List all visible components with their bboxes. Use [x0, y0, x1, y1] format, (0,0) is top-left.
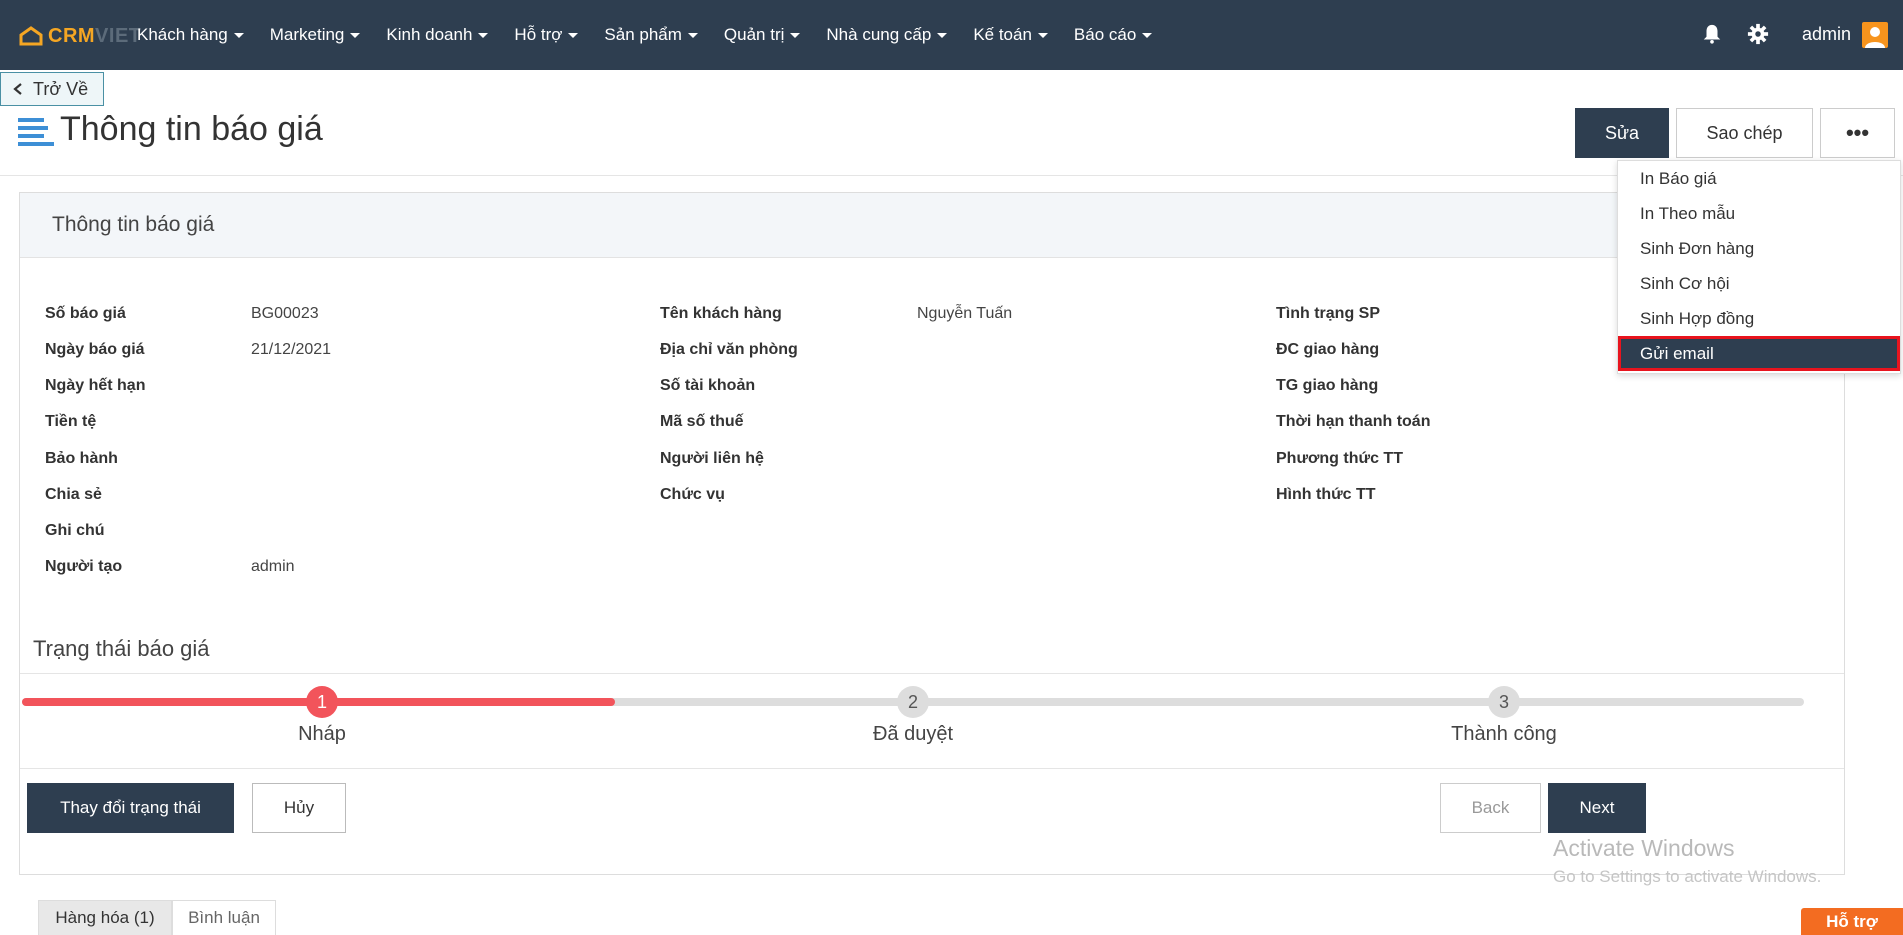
- step-1-circle[interactable]: 1: [306, 686, 338, 718]
- field-value: 21/12/2021: [251, 341, 332, 358]
- change-status-button[interactable]: Thay đổi trạng thái: [27, 783, 234, 833]
- step-2-circle[interactable]: 2: [897, 686, 929, 718]
- more-actions-dropdown: In Báo giá In Theo mẫu Sinh Đơn hàng Sin…: [1617, 160, 1901, 374]
- dropdown-item-in-theo-mau[interactable]: In Theo mẫu: [1618, 196, 1900, 231]
- caret-down-icon: [233, 32, 244, 38]
- step-3-circle[interactable]: 3: [1488, 686, 1520, 718]
- caret-down-icon: [937, 32, 948, 38]
- status-title: Trạng thái báo giá: [33, 636, 210, 661]
- copy-button[interactable]: Sao chép: [1676, 108, 1813, 158]
- dropdown-item-in-bao-gia[interactable]: In Báo giá: [1618, 161, 1900, 196]
- page-title: Thông tin báo giá: [60, 110, 323, 148]
- field-label: Ghi chú: [45, 522, 105, 539]
- logo-viet-text: VIET: [95, 24, 142, 47]
- caret-down-icon: [478, 32, 489, 38]
- caret-down-icon: [1142, 32, 1153, 38]
- card-header: Thông tin báo giá: [20, 193, 1844, 258]
- dropdown-item-gui-email[interactable]: Gửi email: [1618, 336, 1900, 371]
- field-label: Chia sẻ: [45, 486, 102, 503]
- user-name[interactable]: admin: [1802, 24, 1851, 45]
- caret-down-icon: [790, 32, 801, 38]
- field-label: Số tài khoản: [660, 377, 756, 394]
- field-label: Người tạo: [45, 558, 123, 575]
- menu-kinh-doanh[interactable]: Kinh doanh: [386, 25, 489, 45]
- caret-down-icon: [350, 32, 361, 38]
- field-label: Người liên hệ: [660, 450, 764, 467]
- field-label: Phương thức TT: [1276, 450, 1403, 467]
- step-3-label: Thành công: [1451, 723, 1557, 745]
- field-label: TG giao hàng: [1276, 377, 1379, 394]
- back-step-button[interactable]: Back: [1440, 783, 1541, 833]
- step-1-label: Nháp: [298, 723, 346, 745]
- logo-crm-text: CRM: [48, 24, 96, 47]
- more-actions-button[interactable]: •••: [1820, 108, 1895, 158]
- dropdown-item-sinh-co-hoi[interactable]: Sinh Cơ hội: [1618, 266, 1900, 301]
- quote-info-card: Thông tin báo giá Số báo giá BG00023 Ngà…: [19, 192, 1845, 875]
- field-label: Địa chỉ văn phòng: [660, 341, 798, 358]
- caret-down-icon: [568, 32, 579, 38]
- field-label: Hình thức TT: [1276, 486, 1376, 503]
- field-label: Bảo hành: [45, 450, 118, 467]
- field-label: ĐC giao hàng: [1276, 341, 1380, 358]
- avatar[interactable]: [1862, 22, 1888, 48]
- divider: [20, 768, 1844, 769]
- field-label: Mã số thuế: [660, 413, 744, 430]
- menu-bao-cao[interactable]: Báo cáo: [1074, 25, 1153, 45]
- menu-ke-toan[interactable]: Kế toán: [973, 25, 1048, 45]
- dropdown-item-sinh-don-hang[interactable]: Sinh Đơn hàng: [1618, 231, 1900, 266]
- cancel-button[interactable]: Hủy: [252, 783, 346, 833]
- activation-watermark-text: Go to Settings to activate Windows.: [1553, 867, 1822, 886]
- caret-down-icon: [1037, 32, 1048, 38]
- logo-icon: [19, 26, 43, 46]
- edit-button[interactable]: Sửa: [1575, 108, 1669, 158]
- step-2-label: Đã duyệt: [872, 723, 954, 745]
- back-button[interactable]: Trở Về: [0, 72, 104, 106]
- back-label: Trở Về: [33, 78, 89, 99]
- field-label: Chức vụ: [660, 486, 725, 503]
- field-label: Tiền tệ: [45, 413, 97, 430]
- menu-marketing[interactable]: Marketing: [270, 25, 361, 45]
- caret-down-icon: [687, 32, 698, 38]
- field-value: Nguyễn Tuấn: [917, 305, 1013, 322]
- menu-nha-cung-cap[interactable]: Nhà cung cấp: [826, 25, 948, 45]
- bell-icon[interactable]: [1701, 23, 1723, 45]
- field-label: Ngày báo giá: [45, 341, 145, 358]
- top-navbar: CRM VIET Khách hàng Marketing Kinh doanh …: [0, 0, 1903, 70]
- divider: [20, 673, 1844, 674]
- field-label: Số báo giá: [45, 305, 126, 322]
- menu-quan-tri[interactable]: Quản trị: [724, 25, 801, 45]
- user-avatar-icon: [1865, 27, 1885, 48]
- field-label: Tên khách hàng: [660, 305, 782, 322]
- main-menu: Khách hàng Marketing Kinh doanh Hỗ trợ S…: [137, 0, 1178, 70]
- list-icon: [18, 118, 54, 146]
- field-label: Thời hạn thanh toán: [1276, 413, 1431, 430]
- tab-binh-luan[interactable]: Bình luận: [172, 900, 276, 935]
- field-label: Tình trạng SP: [1276, 305, 1380, 322]
- field-value: admin: [251, 558, 295, 575]
- menu-ho-tro[interactable]: Hỗ trợ: [514, 25, 579, 45]
- chevron-left-icon: [13, 83, 22, 95]
- field-value: BG00023: [251, 305, 319, 322]
- menu-khach-hang[interactable]: Khách hàng: [137, 25, 244, 45]
- support-button[interactable]: Hỗ trợ: [1801, 908, 1903, 935]
- dropdown-item-sinh-hop-dong[interactable]: Sinh Hợp đồng: [1618, 301, 1900, 336]
- field-label: Ngày hết hạn: [45, 377, 146, 394]
- menu-san-pham[interactable]: Sản phẩm: [604, 25, 698, 45]
- logo[interactable]: CRM VIET: [18, 22, 142, 50]
- tab-hang-hoa[interactable]: Hàng hóa (1): [38, 900, 172, 935]
- gear-icon[interactable]: [1747, 23, 1769, 45]
- activation-watermark-title: Activate Windows: [1553, 835, 1735, 861]
- card-title: Thông tin báo giá: [52, 213, 215, 236]
- next-step-button[interactable]: Next: [1548, 783, 1646, 833]
